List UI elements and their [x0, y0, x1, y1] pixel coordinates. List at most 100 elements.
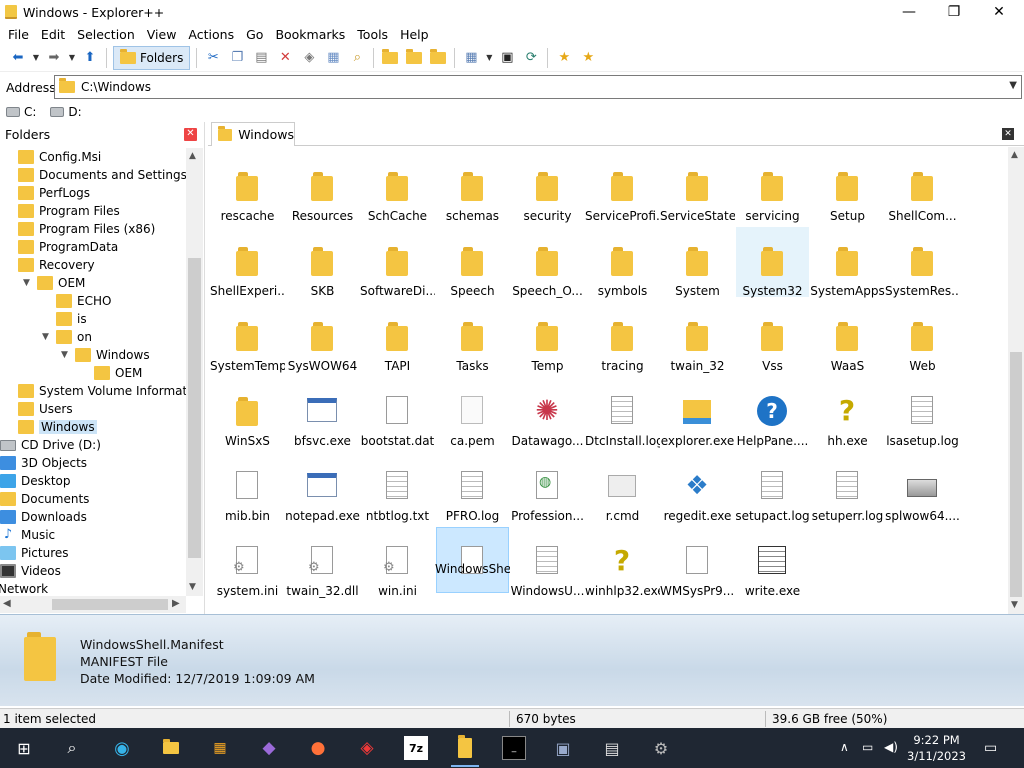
file-item[interactable]: PFRO.log — [435, 451, 510, 523]
file-item[interactable]: Tasks — [435, 301, 510, 373]
file-item[interactable]: ShellCom... — [885, 151, 960, 223]
tree-item[interactable]: ECHO — [56, 292, 111, 310]
scrollbar-thumb[interactable] — [52, 599, 168, 610]
store-icon[interactable]: ▦ — [208, 736, 232, 760]
cut-icon[interactable]: ✂ — [201, 47, 225, 69]
file-item[interactable]: System — [660, 226, 735, 298]
close-folders-panel-icon[interactable]: ✕ — [184, 128, 197, 141]
tree-item[interactable]: System Volume Information — [18, 382, 186, 400]
folder-tree-horizontal-scrollbar[interactable]: ◀ ▶ — [0, 596, 186, 613]
tree-item[interactable]: Users — [18, 400, 73, 418]
file-item[interactable]: twain_32 — [660, 301, 735, 373]
tree-item[interactable]: Network — [0, 580, 48, 596]
file-item[interactable]: ✺ Datawago... — [510, 376, 585, 449]
scroll-up-icon[interactable]: ▲ — [189, 151, 196, 161]
tree-item[interactable]: Recovery — [18, 256, 95, 274]
close-button[interactable]: ✕ — [976, 0, 1022, 24]
scroll-down-icon[interactable]: ▼ — [189, 582, 196, 592]
visual-studio-icon[interactable]: ◆ — [257, 736, 281, 760]
menu-help[interactable]: Help — [394, 27, 435, 42]
file-item[interactable]: schemas — [435, 151, 510, 223]
tree-item[interactable]: Documents — [0, 490, 89, 508]
paste-icon[interactable]: ▤ — [249, 47, 273, 69]
scrollbar-thumb[interactable] — [1010, 352, 1022, 597]
add-bookmark-icon[interactable]: ★ — [552, 47, 576, 69]
clock[interactable]: 9:22 PM 3/11/2023 — [907, 732, 966, 764]
file-item[interactable]: bootstat.dat — [360, 376, 435, 448]
move-to-folder-icon[interactable] — [426, 47, 450, 69]
folder-tree[interactable]: Config.Msi Documents and Settings PerfLogs… — [0, 148, 186, 596]
back-dropdown-icon[interactable]: ▼ — [30, 47, 42, 69]
file-item[interactable]: ? winhlp32.exe — [585, 526, 660, 599]
file-item[interactable]: Setup — [810, 151, 885, 223]
bookmarks-icon[interactable]: ★ — [576, 47, 600, 69]
network-icon[interactable]: ▭ — [862, 740, 873, 754]
file-item[interactable]: twain_32.dll — [285, 526, 360, 598]
maximize-button[interactable]: ❐ — [931, 0, 977, 24]
tree-item[interactable]: Program Files (x86) — [18, 220, 155, 238]
file-item[interactable]: SKB — [285, 226, 360, 298]
vivaldi-icon[interactable]: ◈ — [355, 736, 379, 760]
tree-item[interactable]: ♪ Music — [0, 526, 55, 544]
file-item[interactable]: mib.bin — [210, 451, 285, 523]
tree-item[interactable]: ▼ Windows — [61, 346, 150, 364]
tree-item[interactable]: ▼ on — [42, 328, 92, 346]
views-icon[interactable]: ▦ — [459, 47, 483, 69]
scroll-down-icon[interactable]: ▼ — [1011, 600, 1018, 610]
expand-chevron-icon[interactable]: ▼ — [23, 278, 30, 288]
folders-toggle-button[interactable]: Folders — [113, 45, 191, 70]
file-item[interactable]: win.ini — [360, 526, 435, 598]
notepad-icon[interactable]: ▤ — [600, 736, 624, 760]
file-item[interactable]: write.exe — [735, 526, 810, 598]
file-item[interactable]: ntbtlog.txt — [360, 451, 435, 523]
file-item[interactable]: setuperr.log — [810, 451, 885, 523]
tree-item[interactable]: Windows — [18, 418, 97, 436]
tree-item[interactable]: Videos — [0, 562, 61, 580]
menu-go[interactable]: Go — [240, 27, 269, 42]
task-manager-icon[interactable]: ▣ — [551, 736, 575, 760]
file-item[interactable]: SystemTemp — [210, 301, 285, 373]
file-item[interactable]: WinSxS — [210, 376, 285, 448]
file-list-vertical-scrollbar[interactable]: ▲ ▼ — [1008, 147, 1024, 614]
menu-file[interactable]: File — [2, 27, 35, 42]
search-icon[interactable]: ⌕ — [60, 736, 84, 760]
expand-chevron-icon[interactable]: ▼ — [42, 332, 49, 342]
file-item[interactable]: DtcInstall.log — [585, 376, 660, 448]
scrollbar-thumb[interactable] — [188, 258, 201, 558]
file-item[interactable]: servicing — [735, 151, 810, 223]
file-explorer-icon[interactable] — [159, 736, 183, 760]
edge-icon[interactable]: ◉ — [110, 736, 134, 760]
refresh-icon[interactable]: ⟳ — [519, 47, 543, 69]
file-item[interactable]: TAPI — [360, 301, 435, 373]
tab-windows[interactable]: Windows — [211, 122, 295, 146]
scroll-right-icon[interactable]: ▶ — [172, 598, 180, 609]
drive-d-button[interactable]: D: — [50, 105, 82, 119]
start-icon[interactable]: ⊞ — [12, 736, 36, 760]
close-tab-icon[interactable]: ✕ — [1002, 128, 1014, 140]
delete-icon[interactable]: ✕ — [273, 47, 297, 69]
copy-to-folder-icon[interactable] — [402, 47, 426, 69]
file-item[interactable]: ServiceProfi... — [585, 151, 660, 223]
file-item[interactable]: lsasetup.log — [885, 376, 960, 448]
drive-c-button[interactable]: C: — [6, 105, 36, 119]
tree-item[interactable]: CD Drive (D:) — [0, 436, 101, 454]
scroll-left-icon[interactable]: ◀ — [3, 598, 11, 609]
file-item[interactable]: r.cmd — [585, 451, 660, 523]
file-item[interactable]: ca.pem — [435, 376, 510, 448]
tree-item[interactable]: ▼ OEM — [23, 274, 85, 292]
firefox-icon[interactable]: ● — [306, 736, 330, 760]
new-folder-icon[interactable] — [378, 47, 402, 69]
file-item[interactable]: WaaS — [810, 301, 885, 373]
menu-actions[interactable]: Actions — [182, 27, 240, 42]
file-item[interactable]: Speech — [435, 226, 510, 298]
tree-item[interactable]: OEM — [94, 364, 142, 382]
file-item[interactable]: splwow64.... — [885, 451, 960, 523]
tree-item[interactable]: Program Files — [18, 202, 120, 220]
file-item[interactable]: ❖ regedit.exe — [660, 451, 735, 523]
chevron-down-icon[interactable]: ▼ — [1009, 80, 1017, 91]
tree-item[interactable]: PerfLogs — [18, 184, 90, 202]
tree-item[interactable]: Desktop — [0, 472, 71, 490]
menu-selection[interactable]: Selection — [71, 27, 141, 42]
views-dropdown-icon[interactable]: ▼ — [483, 47, 495, 69]
file-item[interactable]: rescache — [210, 151, 285, 223]
